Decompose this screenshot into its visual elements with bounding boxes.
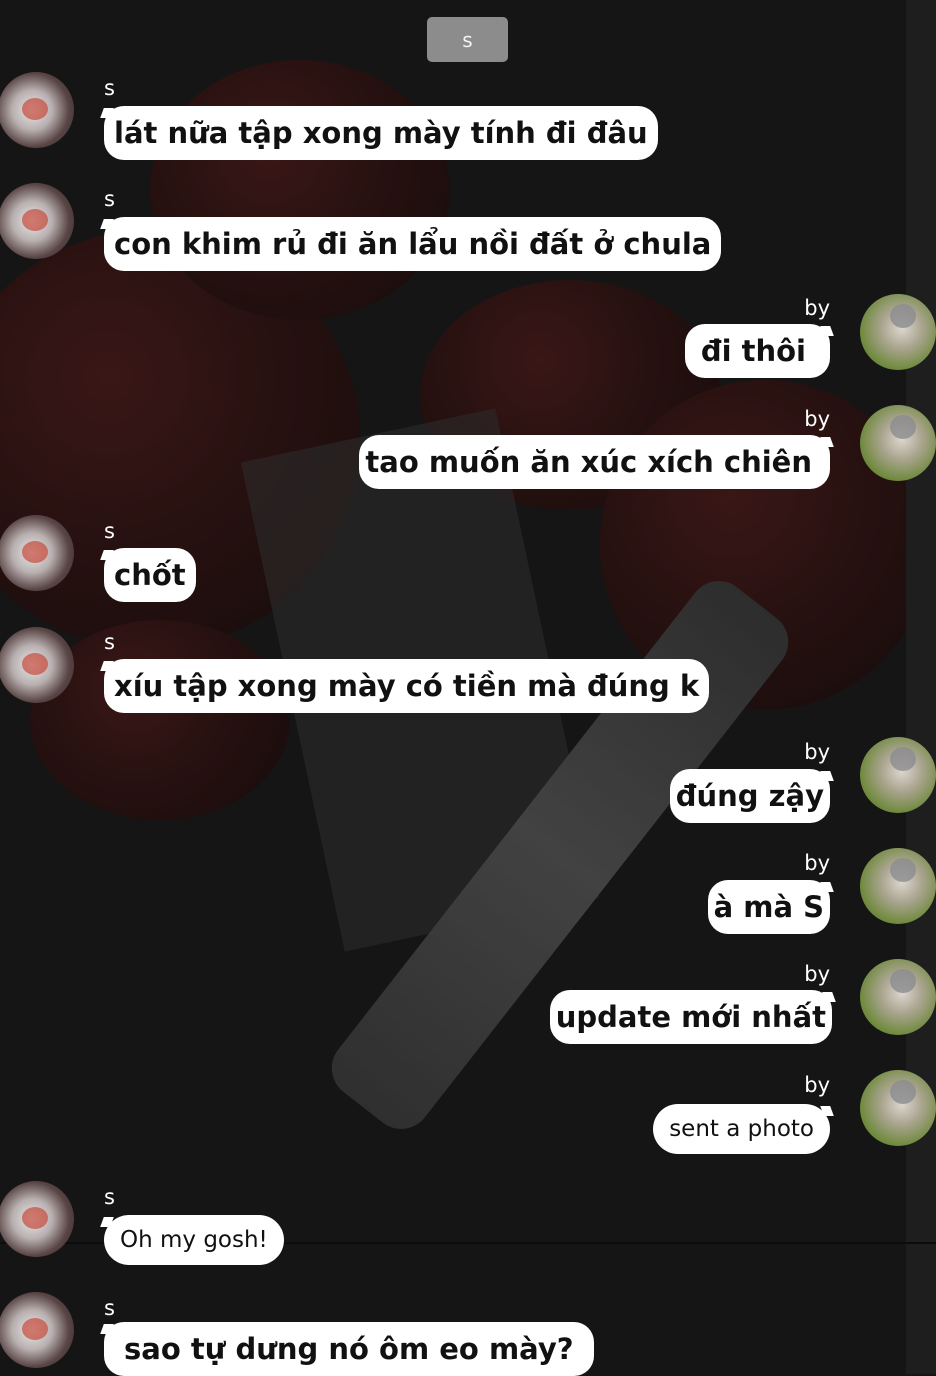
- message-bubble[interactable]: xíu tập xong mày có tiền mà đúng k: [104, 659, 710, 713]
- sender-name: s: [104, 76, 115, 100]
- message-bubble[interactable]: update mới nhất: [549, 990, 832, 1044]
- sender-name: s: [104, 1185, 115, 1209]
- sender-name: by: [804, 1073, 830, 1097]
- avatar[interactable]: [860, 1070, 936, 1146]
- message-bubble[interactable]: tao muốn ăn xúc xích chiên: [359, 435, 830, 489]
- message-bubble[interactable]: con khim rủ đi ăn lẩu nồi đất ở chula: [104, 217, 722, 271]
- sender-name: s: [104, 187, 115, 211]
- sender-name: by: [804, 407, 830, 431]
- avatar[interactable]: [0, 183, 74, 259]
- avatar[interactable]: [860, 959, 936, 1035]
- avatar[interactable]: [860, 737, 936, 813]
- avatar[interactable]: [860, 294, 936, 370]
- sender-name: s: [104, 630, 115, 654]
- message-bubble[interactable]: đi thôi: [684, 324, 830, 378]
- message-bubble[interactable]: sao tự dưng nó ôm eo mày?: [104, 1322, 594, 1376]
- avatar[interactable]: [0, 627, 74, 703]
- avatar[interactable]: [0, 1181, 74, 1257]
- photo-message-bubble[interactable]: sent a photo: [653, 1104, 830, 1154]
- avatar[interactable]: [860, 405, 936, 481]
- sender-name: s: [104, 1296, 115, 1320]
- sender-name: by: [804, 851, 830, 875]
- message-bubble[interactable]: chốt: [104, 548, 196, 602]
- sender-name: by: [804, 962, 830, 986]
- avatar[interactable]: [0, 72, 74, 148]
- sender-name: by: [804, 740, 830, 764]
- message-bubble[interactable]: lát nữa tập xong mày tính đi đâu: [104, 106, 658, 160]
- sender-name: by: [804, 296, 830, 320]
- conversation-title-button[interactable]: s: [427, 17, 508, 62]
- message-bubble[interactable]: đúng zậy: [669, 769, 830, 823]
- avatar[interactable]: [860, 848, 936, 924]
- message-bubble[interactable]: Oh my gosh!: [104, 1215, 284, 1265]
- sender-name: s: [104, 519, 115, 543]
- scroll-strip: [906, 0, 936, 1374]
- avatar[interactable]: [0, 515, 74, 591]
- message-bubble[interactable]: à mà S: [707, 880, 830, 934]
- avatar[interactable]: [0, 1292, 74, 1368]
